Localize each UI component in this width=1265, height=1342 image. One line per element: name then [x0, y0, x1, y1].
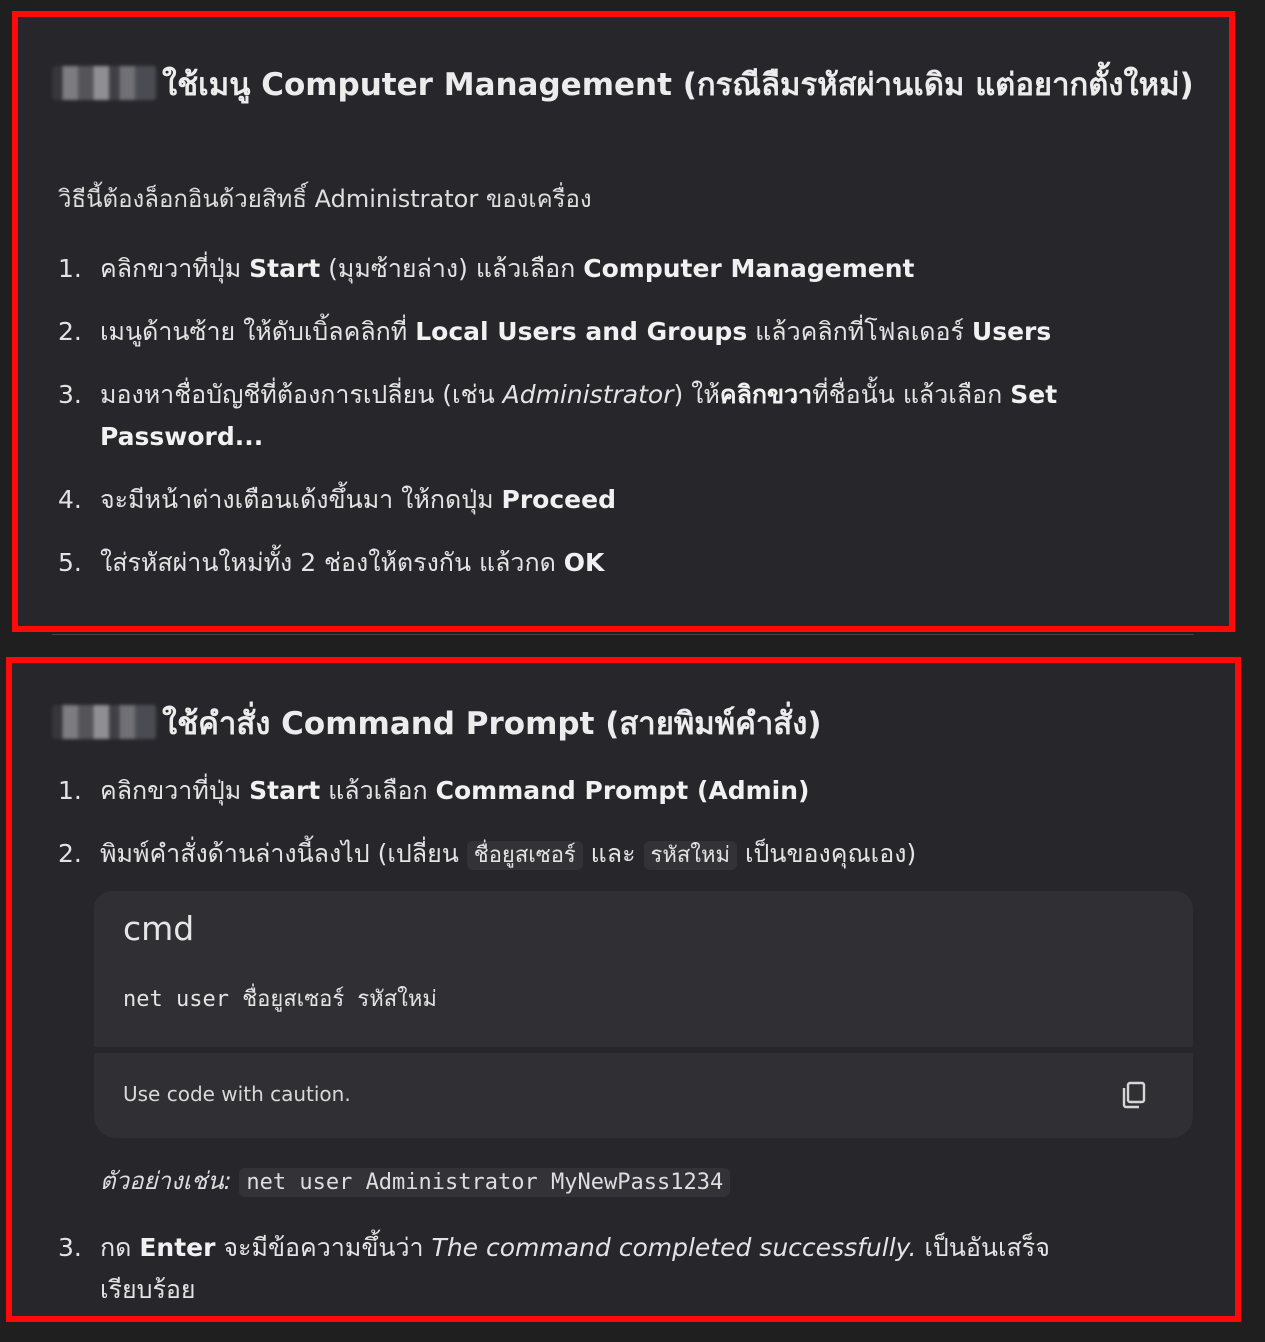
section-divider	[52, 634, 1194, 635]
list-item: 1. คลิกขวาที่ปุ่ม Start (มุมซ้ายล่าง) แล…	[58, 254, 915, 283]
list-item: 5. ใส่รหัสผ่านใหม่ทั้ง 2 ช่องให้ตรงกัน แ…	[58, 548, 605, 577]
list-item: 2. พิมพ์คำสั่งด้านล่างนี้ลงไป (เปลี่ยน ช…	[58, 839, 917, 870]
list-item: 4. จะมีหน้าต่างเตือนเด้งขึ้นมา ให้กดปุ่ม…	[58, 485, 616, 514]
list-item: 1. คลิกขวาที่ปุ่ม Start แล้วเลือก Comman…	[58, 776, 810, 805]
caution-text: Use code with caution.	[123, 1082, 351, 1106]
code-footer: Use code with caution.	[94, 1053, 1193, 1138]
steps-list: 1. คลิกขวาที่ปุ่ม Start แล้วเลือก Comman…	[58, 770, 1200, 877]
example-label: ตัวอย่างเช่น:	[100, 1167, 232, 1195]
list-item: 2. เมนูด้านซ้าย ให้ดับเบิ้ลคลิกที่ Local…	[58, 317, 1052, 346]
blurred-emoji-icon	[52, 66, 156, 100]
steps-list: 1. คลิกขวาที่ปุ่ม Start (มุมซ้ายล่าง) แล…	[58, 248, 1200, 584]
code-language-label: cmd	[123, 909, 195, 948]
list-item: 3. กด Enter จะมีข้อความขึ้นว่า The comma…	[58, 1233, 1050, 1304]
copy-code-button[interactable]	[1121, 1081, 1147, 1109]
blurred-emoji-icon	[52, 705, 156, 739]
steps-list: 3. กด Enter จะมีข้อความขึ้นว่า The comma…	[58, 1227, 1090, 1311]
section-computer-management: ใช้เมนู Computer Management (กรณีลืมรหัส…	[12, 11, 1235, 632]
inline-code: รหัสใหม่	[643, 841, 737, 870]
list-item: 3. มองหาชื่อบัญชีที่ต้องการเปลี่ยน (เช่น…	[58, 380, 1058, 451]
inline-code: ชื่อยูสเซอร์	[466, 841, 583, 870]
section-heading: ใช้เมนู Computer Management (กรณีลืมรหัส…	[52, 61, 1212, 109]
section-command-prompt: ใช้คำสั่ง Command Prompt (สายพิมพ์คำสั่ง…	[6, 657, 1241, 1322]
code-block[interactable]: cmd net user ชื่อยูสเซอร์ รหัสใหม่	[94, 891, 1193, 1047]
example-line: ตัวอย่างเช่น: net user Administrator MyN…	[100, 1161, 731, 1203]
copy-icon	[1122, 1081, 1146, 1109]
section-heading: ใช้คำสั่ง Command Prompt (สายพิมพ์คำสั่ง…	[52, 700, 1212, 748]
inline-code: net user Administrator MyNewPass1234	[239, 1168, 731, 1197]
section-intro: วิธีนี้ต้องล็อกอินด้วยสิทธิ์ Administrat…	[58, 185, 592, 213]
code-content[interactable]: net user ชื่อยูสเซอร์ รหัสใหม่	[123, 981, 437, 1016]
